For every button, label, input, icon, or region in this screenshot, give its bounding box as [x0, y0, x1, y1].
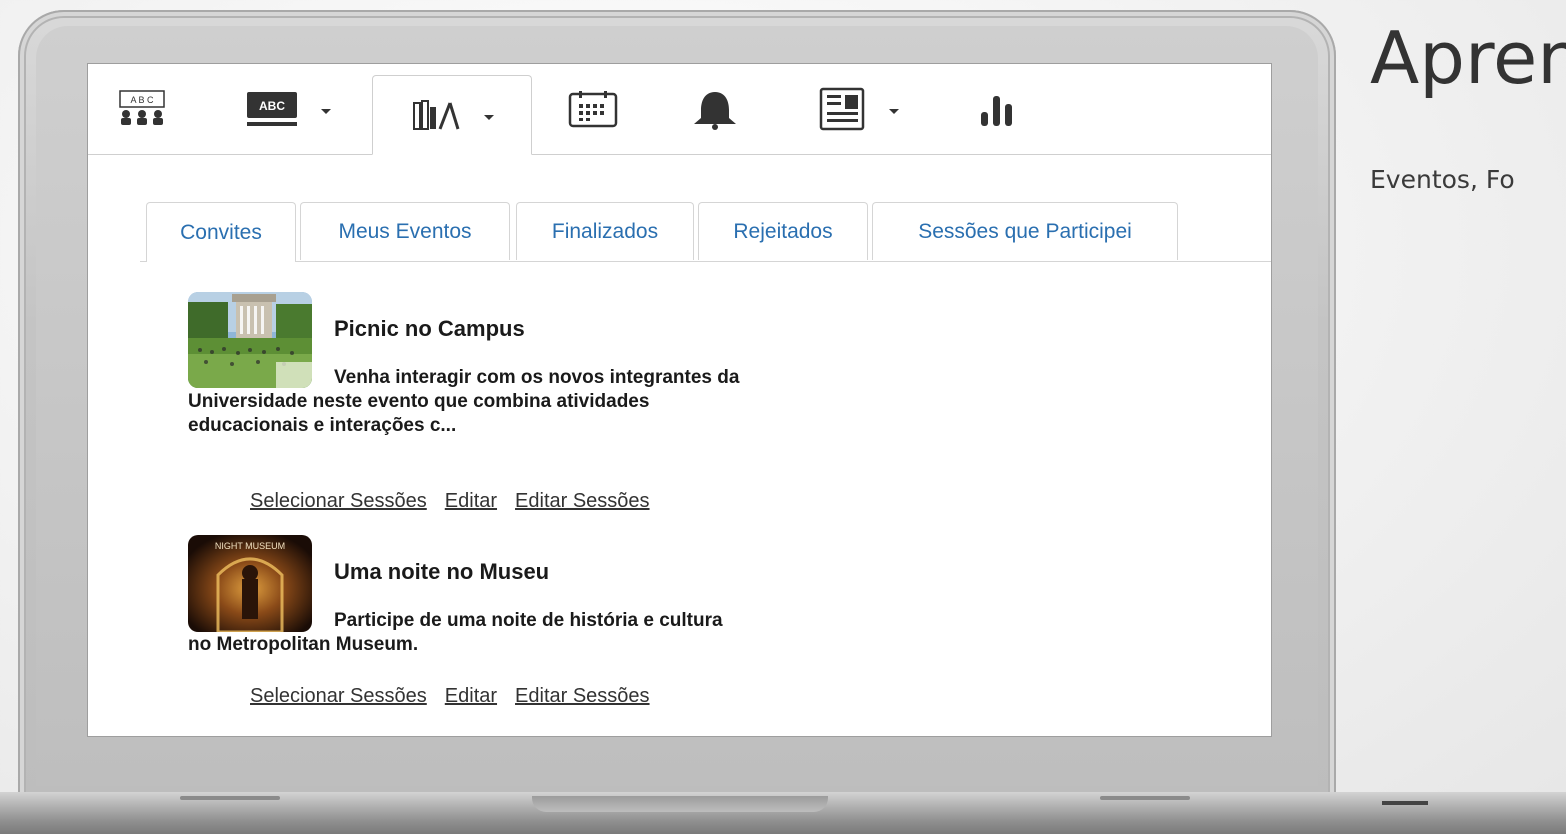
toolbar-abc-board[interactable]: A B C [112, 64, 172, 154]
event-item: NIGHT MUSEUM Uma noite no Museu Particip… [188, 535, 748, 725]
toolbar-calendar[interactable] [558, 64, 628, 154]
tab-sessoes-que-participei[interactable]: Sessões que Participei [872, 202, 1178, 260]
toolbar-library-menu[interactable] [372, 75, 532, 155]
event-tabs: Convites Meus Eventos Finalizados Rejeit… [140, 202, 1271, 262]
tab-meus-eventos[interactable]: Meus Eventos [300, 202, 510, 260]
event-item: Picnic no Campus Venha interagir com os … [188, 292, 748, 522]
laptop-notch [532, 796, 828, 812]
select-sessions-link[interactable]: Selecionar Sessões [250, 685, 427, 707]
chevron-down-icon [484, 114, 494, 120]
library-icon [413, 100, 460, 130]
edit-sessions-link[interactable]: Editar Sessões [515, 490, 650, 512]
toolbar-abc-menu[interactable]: ABC [228, 64, 348, 154]
chart-icon [981, 96, 1012, 126]
laptop-base-dash [1382, 801, 1428, 805]
edit-sessions-link[interactable]: Editar Sessões [515, 685, 650, 707]
tab-convites[interactable]: Convites [146, 202, 296, 262]
poster-title: NIGHT MUSEUM [215, 541, 285, 551]
side-title: Apren [1370, 16, 1566, 100]
laptop-base-line [180, 796, 280, 800]
edit-link[interactable]: Editar [445, 685, 497, 707]
toolbar-notifications[interactable] [682, 64, 748, 154]
event-title: Picnic no Campus [334, 316, 525, 341]
side-subtitle: Eventos, Fo [1370, 165, 1515, 194]
calendar-icon [568, 91, 618, 128]
bell-icon [694, 92, 736, 130]
laptop-base-line [1100, 796, 1190, 800]
event-title: Uma noite no Museu [334, 559, 550, 584]
edit-link[interactable]: Editar [445, 490, 497, 512]
select-sessions-link[interactable]: Selecionar Sessões [250, 490, 427, 512]
newspaper-icon [819, 87, 865, 131]
event-description: Participe de uma noite de história e cul… [188, 610, 723, 655]
event-actions: Selecionar Sessões Editar Editar Sessões [250, 685, 668, 708]
event-description: Venha interagir com os novos integrantes… [188, 367, 740, 436]
app-screen: A B C ABC Convites Meus Eventos Finaliza… [88, 64, 1271, 736]
toolbar-news-menu[interactable] [798, 64, 918, 154]
abc-dropdown-icon: ABC [247, 92, 297, 126]
tab-finalizados[interactable]: Finalizados [516, 202, 694, 260]
chevron-down-icon [889, 108, 899, 114]
toolbar-stats[interactable] [964, 64, 1030, 154]
event-actions: Selecionar Sessões Editar Editar Sessões [250, 490, 668, 513]
svg-text:ABC: ABC [259, 99, 285, 113]
svg-text:A B C: A B C [130, 95, 154, 105]
main-toolbar: A B C ABC [88, 64, 1271, 155]
chevron-down-icon [321, 108, 331, 114]
abc-board-icon: A B C [119, 90, 165, 125]
tab-rejeitados[interactable]: Rejeitados [698, 202, 868, 260]
